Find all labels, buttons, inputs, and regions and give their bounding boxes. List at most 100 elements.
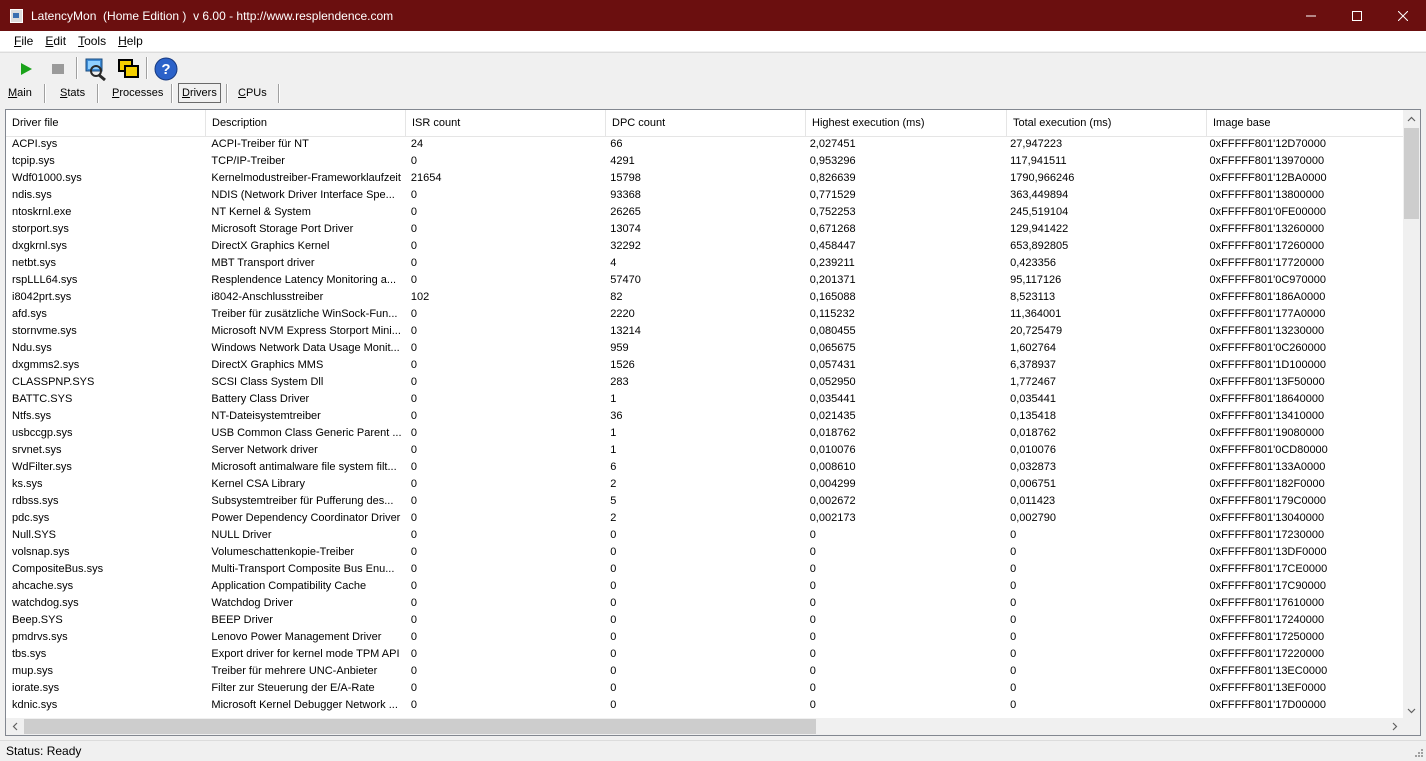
table-row[interactable]: ahcache.sys Application Compatibility Cac… xyxy=(6,578,1402,595)
drivers-list[interactable]: Driver file Description ISR count DPC co… xyxy=(5,109,1421,736)
cell-dpc-count: 0 xyxy=(610,529,617,541)
table-row[interactable]: stornvme.sys Microsoft NVM Express Storpo… xyxy=(6,323,1402,340)
table-row[interactable]: volsnap.sys Volumeschattenkopie-Treiber 0 0… xyxy=(6,544,1402,561)
scroll-left-button[interactable] xyxy=(6,718,23,735)
table-row[interactable]: CompositeBus.sys Multi-Transport Composit… xyxy=(6,561,1402,578)
tab-cpus[interactable]: CPUs xyxy=(235,84,270,102)
horizontal-scrollbar[interactable] xyxy=(6,718,1403,735)
cell-isr-count: 0 xyxy=(410,376,417,388)
cell-dpc-count: 15798 xyxy=(610,172,641,184)
cell-highest-execution: 0,021435 xyxy=(809,410,856,422)
scroll-right-button[interactable] xyxy=(1386,718,1403,735)
table-row[interactable]: storport.sys Microsoft Storage Port Drive… xyxy=(6,221,1402,238)
horizontal-scroll-thumb[interactable] xyxy=(24,719,816,734)
stop-button[interactable] xyxy=(45,56,71,82)
cell-image-base: 0xFFFFF801'177A0000 xyxy=(1209,308,1326,320)
cell-image-base: 0xFFFFF801'17230000 xyxy=(1209,529,1325,541)
cell-driver-file: mup.sys xyxy=(12,665,53,677)
cell-driver-file: storport.sys xyxy=(12,223,69,235)
column-header-description[interactable]: Description xyxy=(206,110,406,136)
table-row[interactable]: ACPI.sys ACPI-Treiber für NT 24 66 2,027451 2… xyxy=(6,136,1402,153)
cell-isr-count: 24 xyxy=(410,138,424,150)
vertical-scroll-thumb[interactable] xyxy=(1404,128,1419,219)
vertical-scrollbar[interactable] xyxy=(1403,110,1420,719)
help-icon: ? xyxy=(154,57,178,81)
windows-button[interactable] xyxy=(115,56,141,82)
column-header-driver-file[interactable]: Driver file xyxy=(6,110,206,136)
table-row[interactable]: rspLLL64.sys Resplendence Latency Monitor… xyxy=(6,272,1402,289)
table-row[interactable]: pmdrvs.sys Lenovo Power Management Driver… xyxy=(6,629,1402,646)
cell-total-execution: 0,011423 xyxy=(1010,495,1056,507)
table-row[interactable]: mup.sys Treiber für mehrere UNC-Anbieter 0… xyxy=(6,663,1402,680)
tab-main[interactable]: Main xyxy=(5,84,35,102)
close-button[interactable] xyxy=(1380,0,1426,31)
column-header-dpc-count[interactable]: DPC count xyxy=(606,110,806,136)
table-row[interactable]: iorate.sys Filter zur Steuerung der E/A-R… xyxy=(6,680,1402,697)
cell-highest-execution: 0,080455 xyxy=(809,325,856,337)
column-header-total-execution[interactable]: Total execution (ms) xyxy=(1007,110,1207,136)
table-row[interactable]: srvnet.sys Server Network driver 0 1 0,01007… xyxy=(6,442,1402,459)
table-row[interactable]: Null.SYS NULL Driver 0 0 0 0 0xFFFFF801'172300… xyxy=(6,527,1402,544)
tab-drivers[interactable]: Drivers xyxy=(178,83,221,103)
scroll-up-button[interactable] xyxy=(1403,110,1420,127)
table-row[interactable]: tbs.sys Export driver for kernel mode TPM… xyxy=(6,646,1402,663)
table-row[interactable]: tcpip.sys TCP/IP-Treiber 0 4291 0,953296 117,… xyxy=(6,153,1402,170)
table-row[interactable]: BATTC.SYS Battery Class Driver 0 1 0,035441 0… xyxy=(6,391,1402,408)
scroll-down-button[interactable] xyxy=(1403,702,1420,719)
table-row[interactable]: dxgmms2.sys DirectX Graphics MMS 0 1526 0,05… xyxy=(6,357,1402,374)
cell-image-base: 0xFFFFF801'0CD80000 xyxy=(1209,444,1328,456)
help-button[interactable]: ? xyxy=(153,56,179,82)
column-header-isr-count[interactable]: ISR count xyxy=(406,110,606,136)
cell-total-execution: 95,117126 xyxy=(1010,274,1062,286)
cell-dpc-count: 32292 xyxy=(610,240,641,252)
resize-grip-icon[interactable] xyxy=(1412,746,1424,758)
table-row[interactable]: ks.sys Kernel CSA Library 0 2 0,004299 0,0067… xyxy=(6,476,1402,493)
column-header-highest-execution[interactable]: Highest execution (ms) xyxy=(806,110,1007,136)
cell-image-base: 0xFFFFF801'13800000 xyxy=(1209,189,1325,201)
table-row[interactable]: ndis.sys NDIS (Network Driver Interface S… xyxy=(6,187,1402,204)
menu-help[interactable]: Help xyxy=(112,34,149,48)
table-row[interactable]: CLASSPNP.SYS SCSI Class System Dll 0 283 0,0… xyxy=(6,374,1402,391)
cell-total-execution: 0 xyxy=(1010,665,1017,677)
toolbar: ? xyxy=(0,52,1426,83)
table-row[interactable]: Wdf01000.sys Kernelmodustreiber-Framework… xyxy=(6,170,1402,187)
cell-isr-count: 0 xyxy=(410,257,417,269)
cell-highest-execution: 0 xyxy=(809,631,816,643)
table-row[interactable]: i8042prt.sys i8042-Anschlusstreiber 102 82 0… xyxy=(6,289,1402,306)
table-row[interactable]: WdFilter.sys Microsoft antimalware file s… xyxy=(6,459,1402,476)
table-row[interactable]: dxgkrnl.sys DirectX Graphics Kernel 0 32292… xyxy=(6,238,1402,255)
table-row[interactable]: Beep.SYS BEEP Driver 0 0 0 0 0xFFFFF801'172400… xyxy=(6,612,1402,629)
table-row[interactable]: usbccgp.sys USB Common Class Generic Pare… xyxy=(6,425,1402,442)
cell-isr-count: 0 xyxy=(410,546,417,558)
menu-tools[interactable]: Tools xyxy=(72,34,112,48)
cell-highest-execution: 0,010076 xyxy=(809,444,856,456)
tab-processes[interactable]: Processes xyxy=(109,84,166,102)
cell-dpc-count: 0 xyxy=(610,682,617,694)
cell-highest-execution: 0 xyxy=(809,529,816,541)
table-row[interactable]: pdc.sys Power Dependency Coordinator Driv… xyxy=(6,510,1402,527)
tab-stats[interactable]: Stats xyxy=(57,84,88,102)
table-row[interactable]: watchdog.sys Watchdog Driver 0 0 0 0 0xFFFFF80… xyxy=(6,595,1402,612)
cell-image-base: 0xFFFFF801'0C970000 xyxy=(1209,274,1326,286)
scan-button[interactable] xyxy=(82,56,108,82)
cell-image-base: 0xFFFFF801'13EC0000 xyxy=(1209,665,1328,677)
cell-isr-count: 0 xyxy=(410,155,417,167)
cell-dpc-count: 13074 xyxy=(610,223,641,235)
table-row[interactable]: rdbss.sys Subsystemtreiber für Pufferung … xyxy=(6,493,1402,510)
start-button[interactable] xyxy=(13,56,39,82)
table-row[interactable]: Ndu.sys Windows Network Data Usage Monit.… xyxy=(6,340,1402,357)
maximize-button[interactable] xyxy=(1334,0,1380,31)
cell-isr-count: 0 xyxy=(410,325,417,337)
cell-total-execution: 0 xyxy=(1010,529,1017,541)
minimize-button[interactable] xyxy=(1288,0,1334,31)
table-row[interactable]: Ntfs.sys NT-Dateisystemtreiber 0 36 0,021435… xyxy=(6,408,1402,425)
table-row[interactable]: kdnic.sys Microsoft Kernel Debugger Netwo… xyxy=(6,697,1402,714)
title-bar: LatencyMon (Home Edition ) v 6.00 - http… xyxy=(0,0,1426,31)
menu-file[interactable]: File xyxy=(0,34,39,48)
menu-edit[interactable]: Edit xyxy=(39,34,72,48)
table-row[interactable]: netbt.sys MBT Transport driver 0 4 0,239211 0… xyxy=(6,255,1402,272)
table-row[interactable]: afd.sys Treiber für zusätzliche WinSock-F… xyxy=(6,306,1402,323)
cell-description: Watchdog Driver xyxy=(211,597,293,609)
column-header-image-base[interactable]: Image base xyxy=(1207,110,1406,136)
table-row[interactable]: ntoskrnl.exe NT Kernel & System 0 26265 0,75… xyxy=(6,204,1402,221)
